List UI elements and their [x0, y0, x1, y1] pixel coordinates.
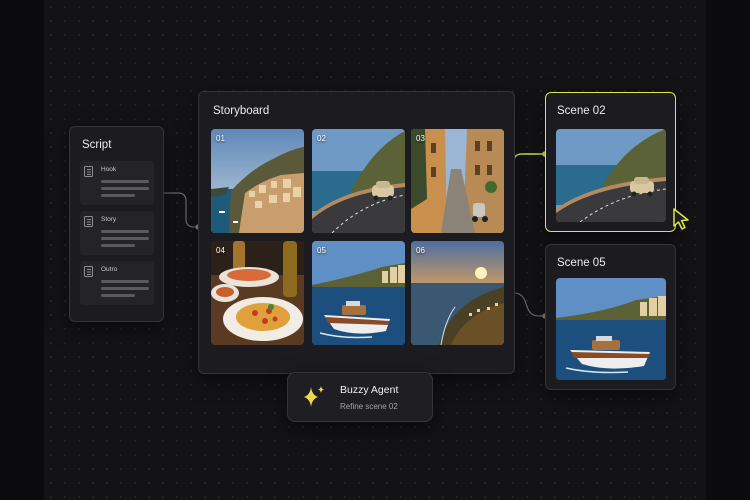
frame-number: 06 [416, 246, 425, 255]
document-icon [84, 266, 93, 277]
storyboard-frame-05[interactable]: 05 [312, 241, 405, 345]
scene-02-card[interactable]: Scene 02 [545, 92, 676, 232]
sparkle-icon [304, 386, 324, 407]
storyboard-frame-02[interactable]: 02 [312, 129, 405, 233]
script-item-label: Story [101, 216, 117, 223]
script-panel[interactable]: Script Hook Story Outro [69, 126, 164, 322]
frame-number: 03 [416, 134, 425, 143]
text-line-placeholder [101, 187, 149, 190]
storyboard-frame-06[interactable]: 06 [411, 241, 504, 345]
pasta-image [211, 241, 304, 345]
text-line-placeholder [101, 294, 135, 297]
text-line-placeholder [101, 180, 149, 183]
agent-chip[interactable]: Buzzy Agent Refine scene 02 [287, 372, 433, 422]
frame-number: 01 [216, 134, 225, 143]
scene-title: Scene 05 [557, 257, 606, 269]
coastal-road-image [312, 129, 405, 233]
motorboat-image [312, 241, 405, 345]
sunset-coast-image [411, 241, 504, 345]
document-icon [84, 166, 93, 177]
text-line-placeholder [101, 287, 149, 290]
script-item-story[interactable]: Story [80, 211, 154, 255]
storyboard-panel[interactable]: Storyboard 01 02 03 04 05 06 [198, 91, 515, 374]
scene-05-image [556, 278, 666, 380]
text-line-placeholder [101, 280, 149, 283]
cursor-icon [673, 208, 689, 230]
text-line-placeholder [101, 230, 149, 233]
storyboard-frame-03[interactable]: 03 [411, 129, 504, 233]
text-line-placeholder [101, 244, 135, 247]
agent-name: Buzzy Agent [340, 384, 399, 396]
script-title: Script [82, 139, 112, 151]
frame-number: 04 [216, 246, 225, 255]
scene-title: Scene 02 [557, 105, 606, 117]
frame-number: 05 [317, 246, 326, 255]
storyboard-frame-04[interactable]: 04 [211, 241, 304, 345]
script-item-label: Outro [101, 266, 118, 273]
village-street-image [411, 129, 504, 233]
agent-subtitle: Refine scene 02 [340, 402, 398, 411]
document-icon [84, 216, 93, 227]
script-item-outro[interactable]: Outro [80, 261, 154, 305]
storyboard-frame-01[interactable]: 01 [211, 129, 304, 233]
frame-number: 02 [317, 134, 326, 143]
script-item-label: Hook [101, 166, 117, 173]
text-line-placeholder [101, 237, 149, 240]
scene-02-image [556, 129, 666, 222]
cliff-village-image [211, 129, 304, 233]
storyboard-title: Storyboard [213, 105, 270, 117]
text-line-placeholder [101, 194, 135, 197]
scene-05-card[interactable]: Scene 05 [545, 244, 676, 390]
script-item-hook[interactable]: Hook [80, 161, 154, 205]
